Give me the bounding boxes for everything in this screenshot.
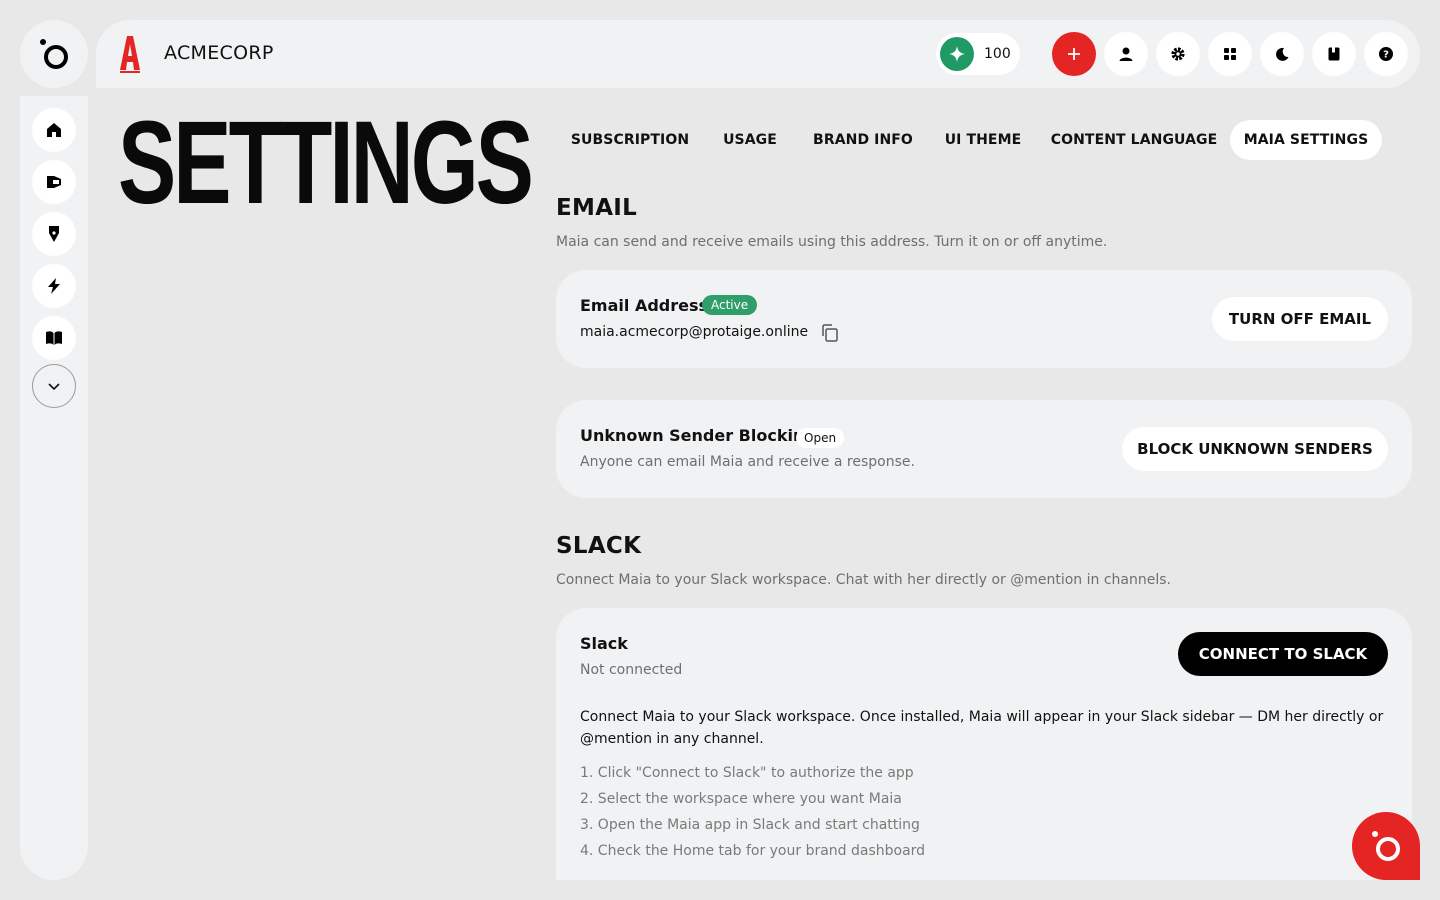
brand-a-logo-icon	[120, 36, 140, 73]
help-button[interactable]: ?	[1364, 32, 1408, 76]
top-header: ACMECORP 100 ?	[96, 20, 1420, 88]
lightning-icon	[48, 278, 60, 294]
email-address-label: Email Address	[580, 296, 709, 315]
copy-icon[interactable]	[820, 323, 840, 343]
email-section-description: Maia can send and receive emails using t…	[556, 234, 1108, 250]
chevron-down-icon	[48, 383, 60, 391]
home-icon	[47, 123, 61, 137]
block-unknown-senders-button[interactable]: BLOCK UNKNOWN SENDERS	[1122, 427, 1388, 471]
slack-status: Not connected	[580, 662, 683, 678]
slack-intro-text: Connect Maia to your Slack workspace. On…	[580, 709, 1384, 747]
turn-off-email-button[interactable]: TURN OFF EMAIL	[1212, 297, 1388, 341]
list-item: 4. Check the Home tab for your brand das…	[580, 843, 926, 859]
pen-nib-icon	[49, 226, 59, 242]
notebook-icon	[1328, 47, 1340, 61]
brand-name[interactable]: ACMECORP	[164, 42, 274, 64]
slack-steps-list: 1. Click "Connect to Slack" to authorize…	[580, 762, 925, 866]
moon-icon	[1276, 47, 1289, 61]
list-item: 3. Open the Maia app in Slack and start …	[580, 817, 920, 833]
sidebar-item-home[interactable]	[32, 108, 76, 152]
settings-tabs: SUBSCRIPTION USAGE BRAND INFO UI THEME C…	[556, 120, 1382, 160]
dark-mode-button[interactable]	[1260, 32, 1304, 76]
ring-dot-icon	[1372, 831, 1400, 861]
create-button[interactable]	[1052, 32, 1096, 76]
docs-button[interactable]	[1312, 32, 1356, 76]
sidebar-item-content[interactable]	[32, 212, 76, 256]
list-item: 2. Select the workspace where you want M…	[580, 791, 902, 807]
svg-text:?: ?	[1383, 50, 1389, 61]
ring-dot-icon	[40, 39, 68, 69]
maia-chat-button[interactable]	[1352, 812, 1420, 880]
sparkle-icon	[940, 37, 974, 71]
credits-counter[interactable]: 100	[936, 33, 1020, 75]
gear-icon	[1171, 47, 1185, 61]
status-badge-open: Open	[796, 428, 845, 448]
sidebar-item-campaigns[interactable]	[32, 160, 76, 204]
sidebar	[20, 96, 88, 880]
connect-to-slack-button[interactable]: CONNECT TO SLACK	[1178, 632, 1388, 676]
plus-icon	[1068, 48, 1080, 60]
sidebar-expand-button[interactable]	[32, 364, 76, 408]
app-logo[interactable]	[20, 20, 88, 88]
profile-button[interactable]	[1104, 32, 1148, 76]
tab-maia-settings[interactable]: MAIA SETTINGS	[1230, 120, 1382, 160]
email-address-card: Email Address Active maia.acmecorp@prota…	[556, 270, 1412, 368]
slack-label: Slack	[580, 634, 628, 653]
slack-card: Slack Not connected CONNECT TO SLACK Con…	[556, 608, 1412, 880]
email-address-value: maia.acmecorp@protaige.online	[580, 324, 809, 340]
book-icon	[46, 331, 62, 345]
slack-section-description: Connect Maia to your Slack workspace. Ch…	[556, 572, 1171, 588]
email-section-title: EMAIL	[556, 195, 638, 221]
brand-logo	[118, 34, 142, 78]
sidebar-item-automations[interactable]	[32, 264, 76, 308]
apps-button[interactable]	[1208, 32, 1252, 76]
tab-ui-theme[interactable]: UI THEME	[942, 120, 1024, 160]
list-item: 1. Click "Connect to Slack" to authorize…	[580, 765, 914, 781]
settings-button[interactable]	[1156, 32, 1200, 76]
status-badge-active: Active	[702, 295, 758, 315]
tab-usage[interactable]: USAGE	[716, 120, 784, 160]
megaphone-icon	[47, 176, 61, 188]
tab-subscription[interactable]: SUBSCRIPTION	[556, 120, 704, 160]
header-actions: ?	[1052, 32, 1408, 76]
unknown-sender-description: Anyone can email Maia and receive a resp…	[580, 454, 915, 470]
page-title: SETTINGS	[118, 97, 534, 229]
credits-count: 100	[984, 46, 1011, 62]
sidebar-item-library[interactable]	[32, 316, 76, 360]
tab-content-language[interactable]: CONTENT LANGUAGE	[1051, 120, 1217, 160]
grid-icon	[1224, 48, 1236, 60]
unknown-sender-card: Unknown Sender Blocking Open Anyone can …	[556, 400, 1412, 498]
unknown-sender-label: Unknown Sender Blocking	[580, 426, 816, 445]
user-icon	[1119, 47, 1133, 61]
slack-section-title: SLACK	[556, 533, 642, 559]
help-icon: ?	[1379, 47, 1393, 61]
tab-brand-info[interactable]: BRAND INFO	[806, 120, 920, 160]
